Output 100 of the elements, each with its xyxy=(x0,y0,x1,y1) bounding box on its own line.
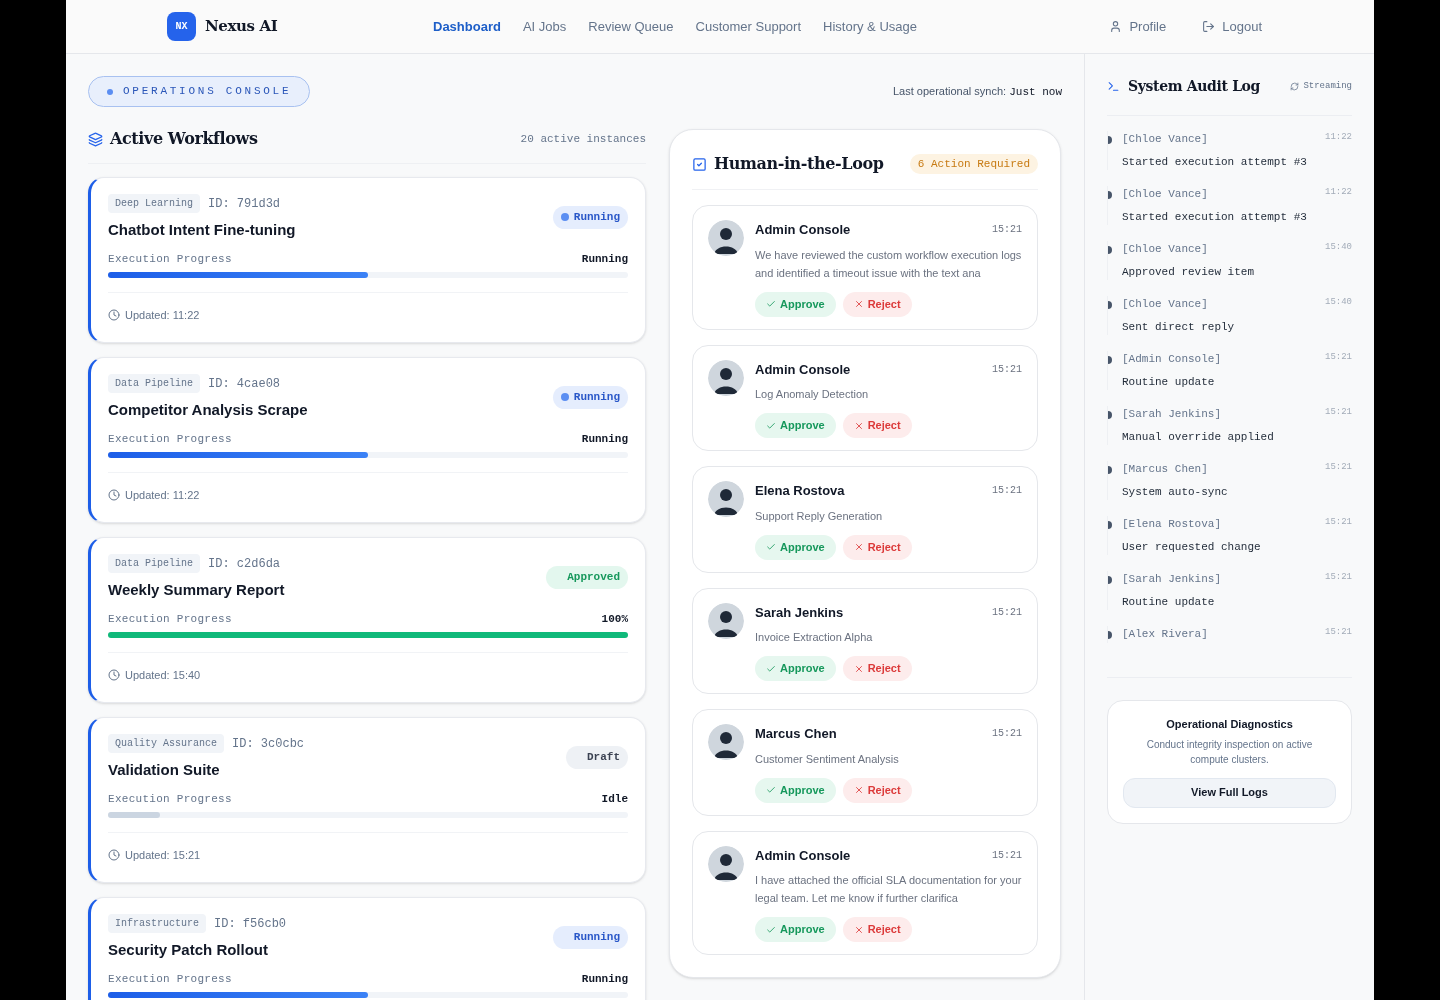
approve-button[interactable]: Approve xyxy=(755,656,836,681)
close-icon xyxy=(853,420,864,431)
approve-button[interactable]: Approve xyxy=(755,413,836,438)
requester-name: Admin Console xyxy=(755,846,851,865)
log-message: Routine update xyxy=(1122,374,1216,390)
job-id: ID: 791d3d xyxy=(208,195,281,213)
diagnostics-title: Operational Diagnostics xyxy=(1166,717,1293,732)
log-message: Started execution attempt #3 xyxy=(1122,209,1308,225)
progress-label: Execution Progress xyxy=(108,791,232,807)
reject-button[interactable]: Reject xyxy=(842,291,912,317)
log-message: Started execution attempt #3 xyxy=(1122,154,1308,170)
requester-name: Admin Console xyxy=(755,221,851,239)
log-actor: [Alex Rivera] xyxy=(1122,627,1208,642)
requester-name: Marcus Chen xyxy=(755,725,837,743)
section-title: Human-in-the-Loop xyxy=(714,153,884,175)
log-time: 15:40 xyxy=(1325,296,1352,309)
log-message: Routine update xyxy=(1122,594,1216,610)
log-actor: [Admin Console] xyxy=(1122,352,1222,367)
logo-mark: NX xyxy=(167,12,196,41)
logout-link[interactable]: Logout xyxy=(1202,16,1262,37)
status-badge: Running xyxy=(552,206,628,229)
progress-label: Execution Progress xyxy=(108,611,232,627)
avatar-icon xyxy=(708,359,744,396)
close-icon xyxy=(853,542,864,552)
reject-button[interactable]: Reject xyxy=(842,917,912,942)
category-tag: Data Pipeline xyxy=(108,374,200,393)
reject-button[interactable]: Reject xyxy=(842,777,912,803)
log-actor: [Sarah Jenkins] xyxy=(1122,572,1222,587)
reject-button[interactable]: Reject xyxy=(842,534,912,560)
action-required-badge: 6 Action Required xyxy=(909,153,1038,175)
request-description: Support Reply Generation xyxy=(755,508,884,524)
clock-icon xyxy=(108,489,120,502)
updated-time: Updated: 11:22 xyxy=(125,308,200,323)
progress-label: Execution Progress xyxy=(108,971,232,987)
request-time: 15:21 xyxy=(992,727,1022,742)
request-description: We have reviewed the custom workflow execution logs and identified a timeout issue with the text ana xyxy=(755,247,1022,281)
nav-link[interactable]: AI Jobs xyxy=(522,16,567,37)
clock-icon xyxy=(108,669,120,682)
avatar-icon xyxy=(708,481,744,517)
reject-button[interactable]: Reject xyxy=(842,413,912,438)
close-icon xyxy=(853,299,864,309)
approve-button[interactable]: Approve xyxy=(755,291,836,317)
clock-icon xyxy=(108,309,120,322)
request-time: 15:21 xyxy=(992,362,1022,377)
updated-time: Updated: 11:22 xyxy=(125,488,200,503)
refresh-icon xyxy=(1290,82,1300,91)
request-description: Invoice Extraction Alpha xyxy=(755,630,874,645)
reject-button[interactable]: Reject xyxy=(842,656,912,681)
log-actor: [Chloe Vance] xyxy=(1122,242,1208,257)
updated-time: Updated: 15:21 xyxy=(125,848,201,863)
log-message: Manual override applied xyxy=(1122,429,1275,445)
profile-link[interactable]: Profile xyxy=(1109,16,1167,37)
status-badge: Draft xyxy=(566,746,628,769)
log-time: 11:22 xyxy=(1325,131,1352,144)
log-actor: [Elena Rostova] xyxy=(1122,517,1222,532)
approve-button[interactable]: Approve xyxy=(755,534,836,560)
job-id: ID: c2d6da xyxy=(208,555,281,573)
log-actor: [Chloe Vance] xyxy=(1122,297,1208,312)
view-logs-button[interactable]: View Full Logs xyxy=(1123,777,1336,808)
streaming-indicator: Streaming xyxy=(1303,79,1352,93)
updated-time: Updated: 15:40 xyxy=(125,668,201,683)
log-time: 15:21 xyxy=(1325,406,1352,419)
section-title: System Audit Log xyxy=(1128,77,1261,96)
progress-reading: Running xyxy=(581,431,628,447)
log-time: 15:40 xyxy=(1325,241,1352,254)
nav-link[interactable]: Dashboard xyxy=(433,16,501,37)
approve-button[interactable]: Approve xyxy=(755,917,836,942)
workflow-title: Security Patch Rollout xyxy=(108,940,270,960)
close-icon xyxy=(853,924,864,935)
workflow-title: Chatbot Intent Fine-tuning xyxy=(108,220,296,240)
workflow-title: Weekly Summary Report xyxy=(108,580,285,600)
log-time: 15:21 xyxy=(1325,571,1352,584)
avatar-icon xyxy=(708,845,744,882)
log-time: 15:21 xyxy=(1325,516,1352,529)
approve-button[interactable]: Approve xyxy=(755,777,836,803)
nav-link[interactable]: Review Queue xyxy=(588,16,674,37)
nav-link[interactable]: History & Usage xyxy=(823,16,917,37)
section-title: Active Workflows xyxy=(110,128,258,150)
requester-name: Sarah Jenkins xyxy=(755,603,844,622)
checkbox-icon xyxy=(692,156,707,172)
check-icon xyxy=(766,299,776,309)
category-tag: Infrastructure xyxy=(108,914,206,933)
workflow-title: Validation Suite xyxy=(108,760,221,780)
log-time: 11:22 xyxy=(1325,186,1352,199)
request-description: Log Anomaly Detection xyxy=(755,387,870,402)
progress-reading: Idle xyxy=(601,791,628,807)
progress-label: Execution Progress xyxy=(108,251,232,267)
log-time: 15:21 xyxy=(1325,626,1352,639)
check-icon xyxy=(766,663,776,674)
nav-link[interactable]: Customer Support xyxy=(695,16,802,37)
category-tag: Data Pipeline xyxy=(108,554,200,573)
log-message: System auto-sync xyxy=(1122,484,1229,500)
diagnostics-description: Conduct integrity inspection on active compute clusters. xyxy=(1145,737,1314,767)
terminal-icon xyxy=(1107,80,1120,93)
log-actor: [Chloe Vance] xyxy=(1122,187,1208,202)
job-id: ID: 4cae08 xyxy=(208,375,281,393)
avatar-icon xyxy=(708,220,744,256)
logout-icon xyxy=(1202,20,1216,33)
log-message: Sent direct reply xyxy=(1122,319,1236,335)
log-message: Approved review item xyxy=(1122,264,1256,280)
